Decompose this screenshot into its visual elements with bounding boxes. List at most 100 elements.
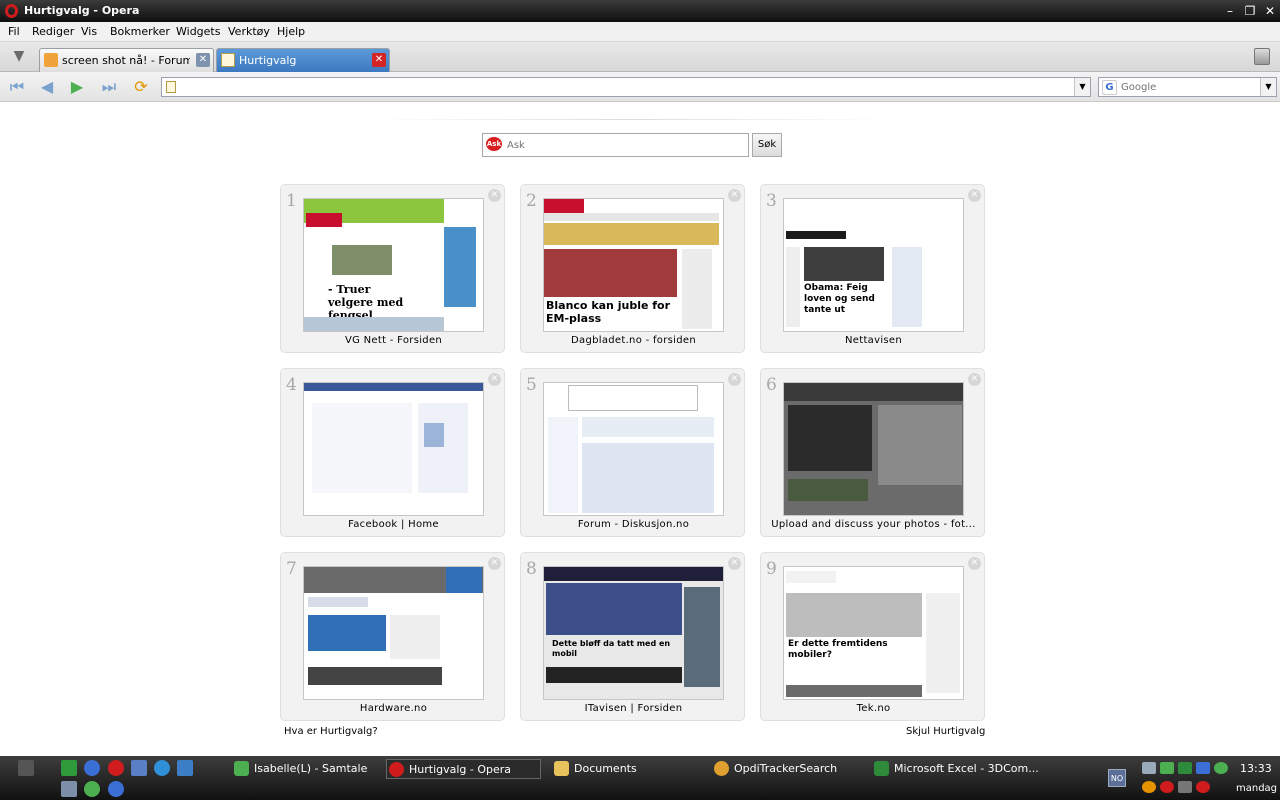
- dial-close-icon[interactable]: ✕: [968, 557, 981, 570]
- task-label: Hurtigvalg - Opera: [409, 763, 512, 776]
- what-is-speed-dial-link[interactable]: Hva er Hurtigvalg?: [284, 726, 378, 737]
- tray-app-icon[interactable]: [1196, 762, 1210, 774]
- tab-menu-icon[interactable]: ▼: [8, 48, 30, 66]
- task-opera[interactable]: Hurtigvalg - Opera: [386, 759, 541, 779]
- dial-close-icon[interactable]: ✕: [488, 373, 501, 386]
- dial-number: 7: [286, 559, 297, 579]
- opera-tray-icon[interactable]: [1196, 781, 1210, 793]
- address-field[interactable]: ▼: [161, 77, 1091, 97]
- dial-close-icon[interactable]: ✕: [728, 189, 741, 202]
- tab-forum[interactable]: screen shot nå! - Forum -... ✕: [39, 48, 214, 72]
- desktop-icon[interactable]: [131, 760, 147, 776]
- language-indicator[interactable]: NO: [1108, 769, 1126, 787]
- dial-thumbnail[interactable]: [303, 382, 484, 516]
- start-icon[interactable]: [18, 760, 34, 776]
- tab-hurtigvalg[interactable]: Hurtigvalg ✕: [216, 48, 390, 72]
- restore-button[interactable]: ❐: [1242, 3, 1258, 19]
- ask-search-input[interactable]: [507, 138, 737, 153]
- dial-thumbnail[interactable]: [303, 566, 484, 700]
- dial-thumbnail[interactable]: - Truer velgere med fengsel: [303, 198, 484, 332]
- dial-caption: Upload and discuss your photos - fot...: [771, 519, 976, 530]
- dial-close-icon[interactable]: ✕: [968, 189, 981, 202]
- thumbnail-headline: Dette bløff da tatt med en mobil: [552, 639, 671, 658]
- forward-icon[interactable]: ▶: [66, 77, 88, 97]
- speed-dial-4[interactable]: 4 ✕ Facebook | Home: [280, 368, 505, 537]
- dial-close-icon[interactable]: ✕: [728, 373, 741, 386]
- close-window-button[interactable]: ✕: [1262, 3, 1278, 19]
- web-search-field[interactable]: G ▼: [1098, 77, 1277, 97]
- ask-search-box[interactable]: Ask: [482, 133, 749, 157]
- web-search-input[interactable]: [1121, 80, 1256, 95]
- thumbnail-headline: Obama: Feig loven og send tante ut: [804, 283, 875, 315]
- contacts-icon[interactable]: [84, 781, 100, 797]
- speed-dial-2[interactable]: 2 ✕ Blanco kan juble for EM-plass Dagbla…: [520, 184, 745, 353]
- dial-caption: Nettavisen: [845, 335, 902, 346]
- task-samtale[interactable]: Isabelle(L) - Samtale: [232, 759, 382, 779]
- task-documents[interactable]: Documents: [552, 759, 702, 779]
- opera-icon[interactable]: [108, 760, 124, 776]
- speed-dial-5[interactable]: 5 ✕ Forum - Diskusjon.no: [520, 368, 745, 537]
- menu-vis[interactable]: Vis: [81, 25, 97, 38]
- menu-hjelp[interactable]: Hjelp: [277, 25, 305, 38]
- network-icon[interactable]: [1142, 762, 1156, 774]
- tab-close-icon[interactable]: ✕: [196, 53, 210, 67]
- tray-app-icon[interactable]: [1160, 781, 1174, 793]
- messenger-status-icon[interactable]: [1214, 762, 1228, 774]
- thumbnail-headline: Er dette fremtidens mobiler?: [788, 639, 888, 660]
- clock-day: mandag: [1236, 783, 1278, 794]
- minimize-button[interactable]: –: [1222, 3, 1238, 19]
- menu-fil[interactable]: Fil: [8, 25, 20, 38]
- dial-close-icon[interactable]: ✕: [488, 189, 501, 202]
- dial-close-icon[interactable]: ✕: [968, 373, 981, 386]
- dial-close-icon[interactable]: ✕: [728, 557, 741, 570]
- tray-app-icon[interactable]: [1142, 781, 1156, 793]
- outlook-icon[interactable]: [177, 760, 193, 776]
- tab-label: Hurtigvalg: [239, 54, 297, 67]
- dial-thumbnail[interactable]: [543, 382, 724, 516]
- speed-dial-1[interactable]: 1 ✕ - Truer velgere med fengsel VG Nett …: [280, 184, 505, 353]
- media-player-icon[interactable]: [108, 781, 124, 797]
- speed-dial-9[interactable]: 9 ✕ Er dette fremtidens mobiler? Tek.no: [760, 552, 985, 721]
- dial-thumbnail[interactable]: [783, 382, 964, 516]
- task-label: Isabelle(L) - Samtale: [254, 762, 368, 775]
- task-opditracker[interactable]: OpdiTrackerSearch: [712, 759, 862, 779]
- speed-dial-6[interactable]: 6 ✕ Upload and discuss your photos - fot…: [760, 368, 985, 537]
- divider: [370, 119, 890, 120]
- dial-thumbnail[interactable]: Er dette fremtidens mobiler?: [783, 566, 964, 700]
- opera-icon: [389, 762, 404, 777]
- tab-close-icon[interactable]: ✕: [372, 53, 386, 67]
- clock-time[interactable]: 13:33: [1240, 762, 1272, 775]
- tray-app-icon[interactable]: [1178, 762, 1192, 774]
- dial-thumbnail[interactable]: Obama: Feig loven og send tante ut: [783, 198, 964, 332]
- internet-explorer-icon[interactable]: [154, 760, 170, 776]
- page-icon: [166, 81, 176, 93]
- trash-icon[interactable]: [1254, 48, 1270, 65]
- task-excel[interactable]: Microsoft Excel - 3DCom...: [872, 759, 1039, 779]
- speed-dial-7[interactable]: 7 ✕ Hardware.no: [280, 552, 505, 721]
- dial-thumbnail[interactable]: Dette bløff da tatt med en mobil: [543, 566, 724, 700]
- reload-icon[interactable]: ⟳: [130, 77, 152, 97]
- speed-dial-3[interactable]: 3 ✕ Obama: Feig loven og send tante ut N…: [760, 184, 985, 353]
- menu-bokmerker[interactable]: Bokmerker: [110, 25, 170, 38]
- dial-close-icon[interactable]: ✕: [488, 557, 501, 570]
- quicklaunch-icon[interactable]: [61, 760, 77, 776]
- volume-icon[interactable]: [1178, 781, 1192, 793]
- messenger-icon[interactable]: [84, 760, 100, 776]
- fast-forward-icon[interactable]: ⏭: [98, 77, 120, 97]
- menu-widgets[interactable]: Widgets: [176, 25, 220, 38]
- search-engine-dropdown-icon[interactable]: ▼: [1260, 78, 1276, 96]
- dial-thumbnail[interactable]: Blanco kan juble for EM-plass: [543, 198, 724, 332]
- tray-app-icon[interactable]: [1160, 762, 1174, 774]
- address-dropdown-icon[interactable]: ▼: [1074, 78, 1090, 96]
- speed-dial-8[interactable]: 8 ✕ Dette bløff da tatt med en mobil ITa…: [520, 552, 745, 721]
- dial-caption: Facebook | Home: [348, 519, 439, 530]
- show-desktop-icon[interactable]: [61, 781, 77, 797]
- dial-caption: Tek.no: [856, 703, 891, 714]
- search-button[interactable]: Søk: [752, 133, 782, 157]
- back-icon[interactable]: ◀: [36, 77, 58, 97]
- rewind-icon[interactable]: ⏮: [6, 77, 28, 97]
- menu-verktoy[interactable]: Verktøy: [228, 25, 270, 38]
- hide-speed-dial-link[interactable]: Skjul Hurtigvalg: [906, 726, 985, 737]
- task-label: OpdiTrackerSearch: [734, 762, 838, 775]
- menu-rediger[interactable]: Rediger: [32, 25, 74, 38]
